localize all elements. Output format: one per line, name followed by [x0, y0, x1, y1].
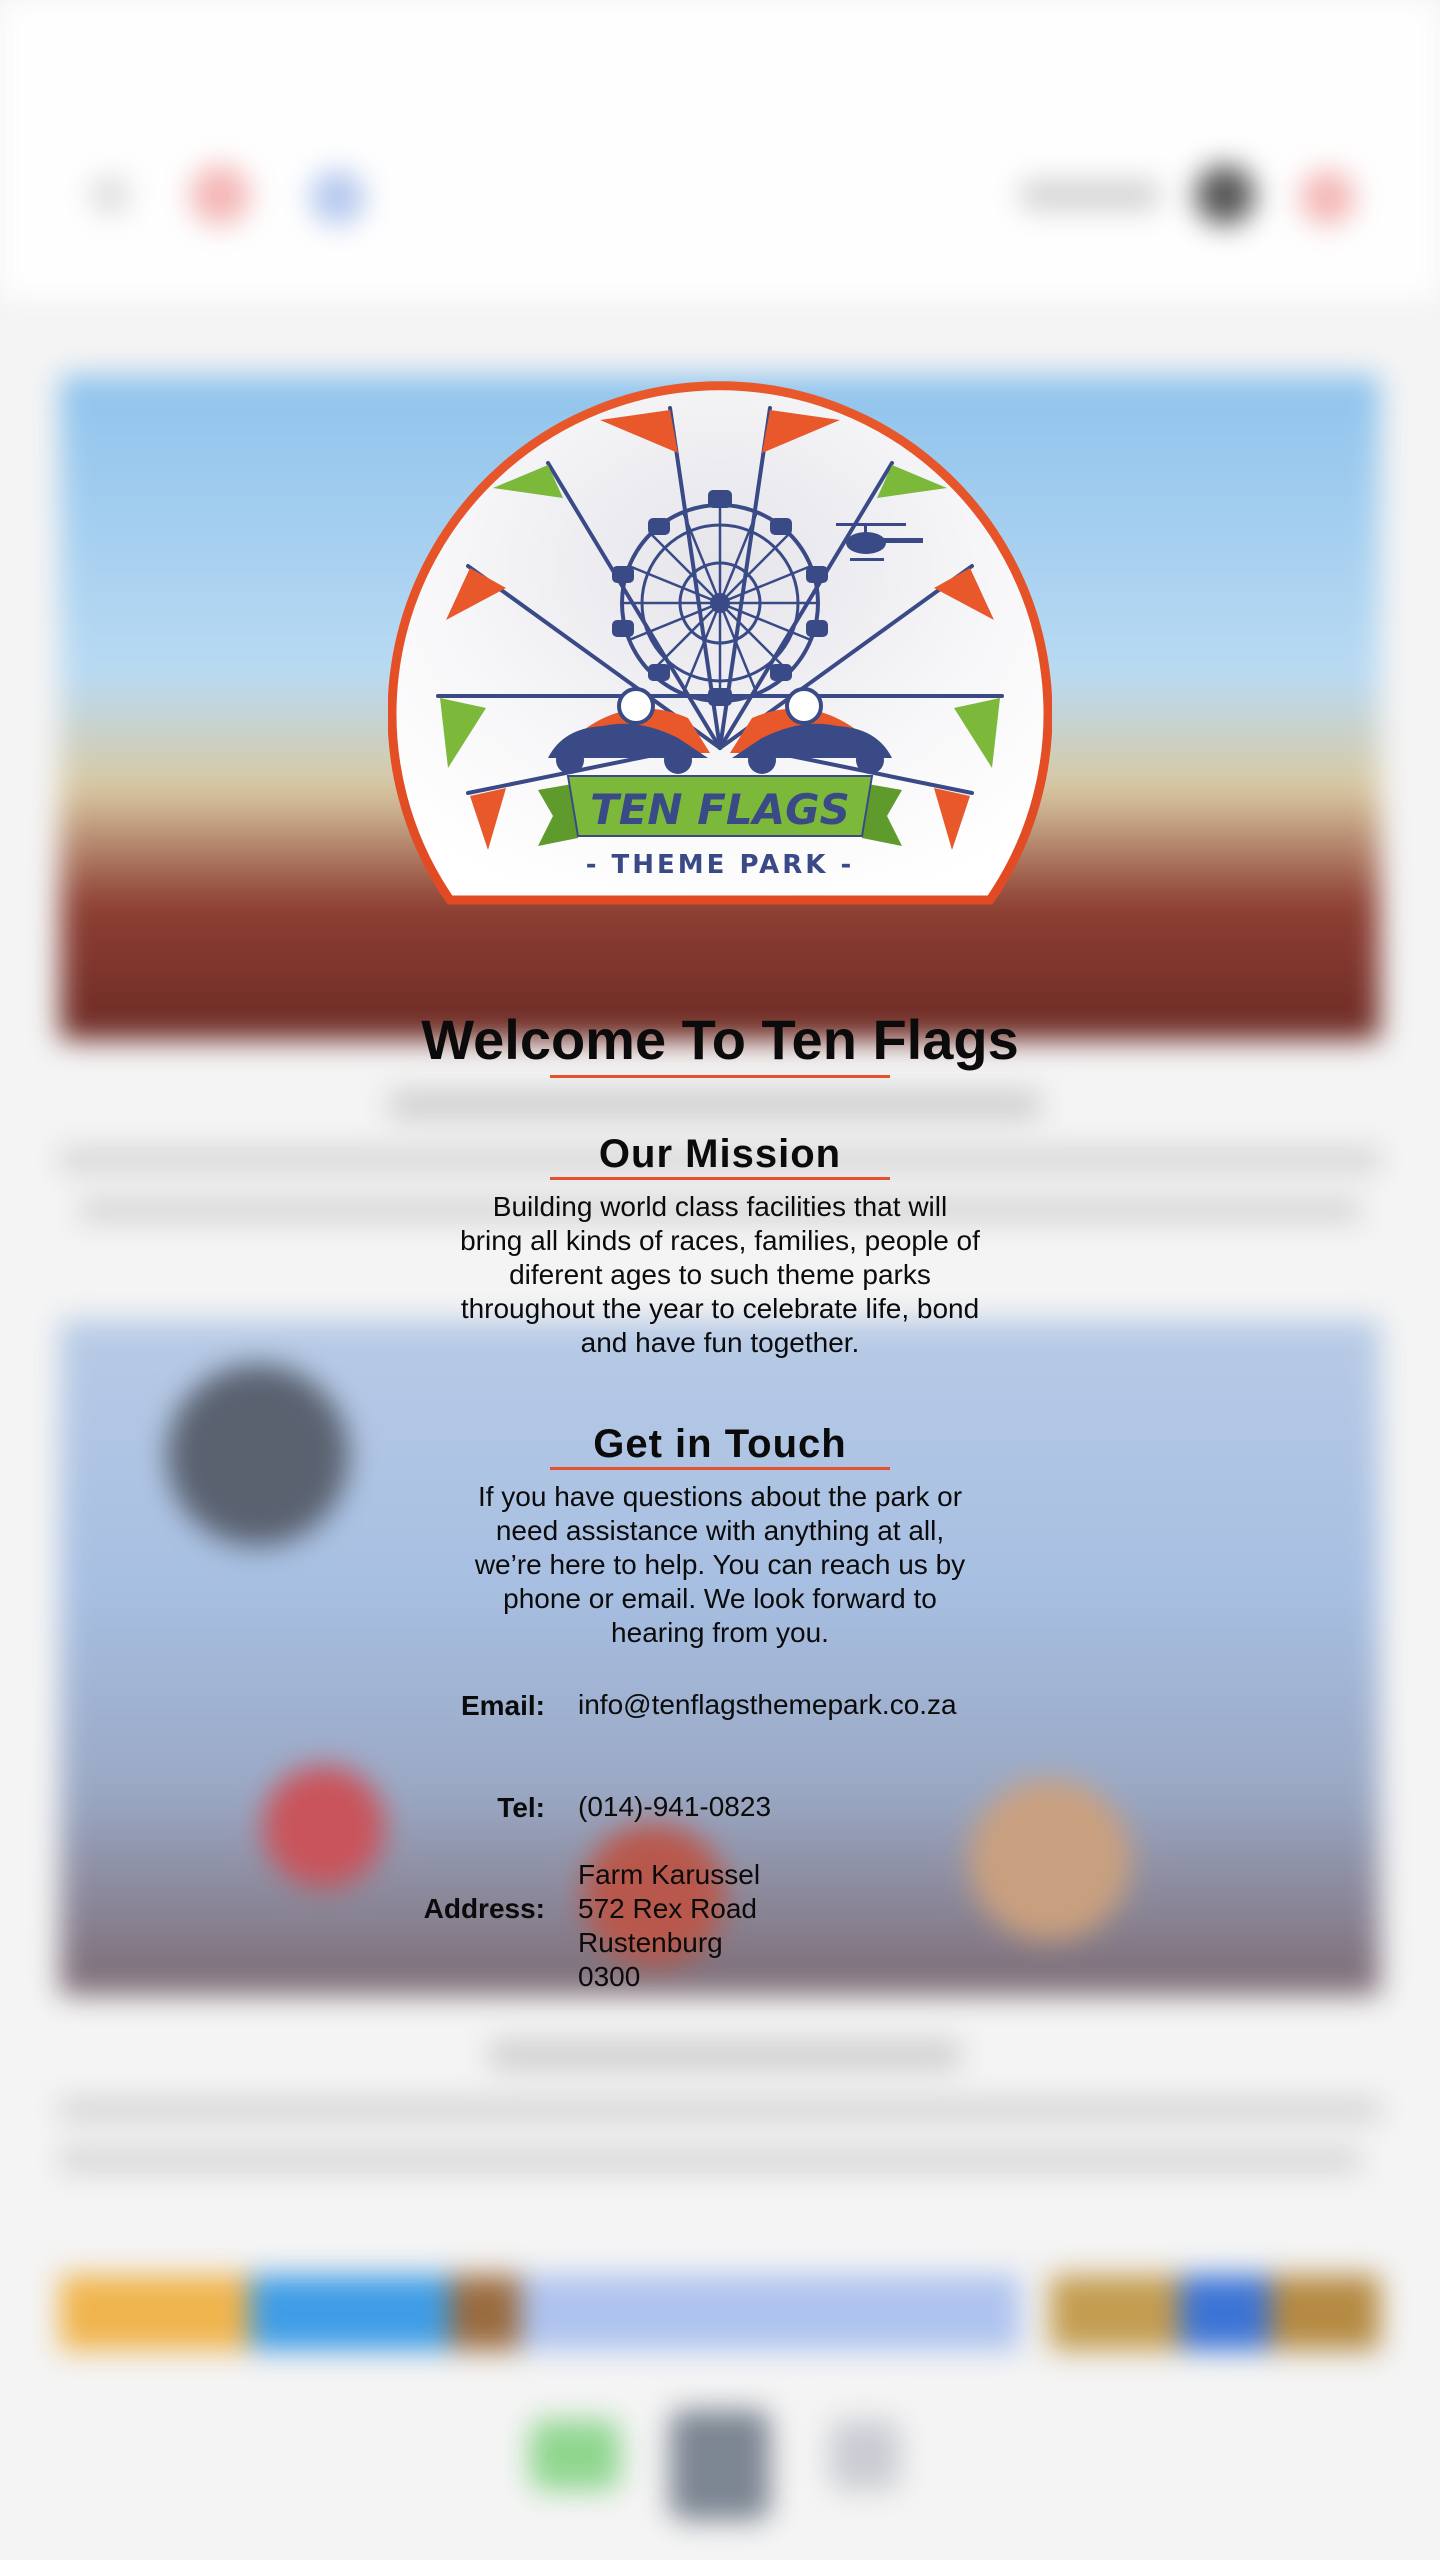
- contact-text: If you have questions about the park or …: [474, 1481, 966, 1648]
- tel-label: Tel:: [497, 1792, 545, 1823]
- email-value[interactable]: info@tenflagsthemepark.co.za: [578, 1688, 957, 1722]
- tel-value[interactable]: (014)-941-0823: [578, 1790, 771, 1824]
- mission-title: Our Mission: [598, 1132, 842, 1176]
- address-label: Address:: [423, 1893, 545, 1924]
- ten-flags-logo: TEN FLAGS - THEME PARK -: [388, 381, 1052, 905]
- mission-title-underline: [550, 1177, 890, 1180]
- contact-title: Get in Touch: [593, 1422, 847, 1466]
- contact-title-underline: [550, 1467, 890, 1470]
- address-line: Farm Karussel: [578, 1859, 761, 1890]
- address-line: 572 Rex Road: [578, 1893, 758, 1924]
- logo-subtitle: - THEME PARK -: [586, 850, 855, 880]
- logo-name: TEN FLAGS: [590, 785, 850, 834]
- welcome-title: Welcome To Ten Flags: [421, 1008, 1019, 1071]
- title-underline: [550, 1075, 890, 1078]
- mission-text: Building world class facilities that wil…: [460, 1191, 980, 1358]
- email-label: Email:: [460, 1690, 545, 1721]
- welcome-overlay: TEN FLAGS - THEME PARK - Welcome To Ten …: [0, 0, 1440, 2560]
- address-line: Rustenburg: [578, 1927, 723, 1958]
- address-line: 0300: [578, 1961, 641, 1992]
- address-value: Farm Karussel 572 Rex Road Rustenburg 03…: [578, 1858, 760, 1994]
